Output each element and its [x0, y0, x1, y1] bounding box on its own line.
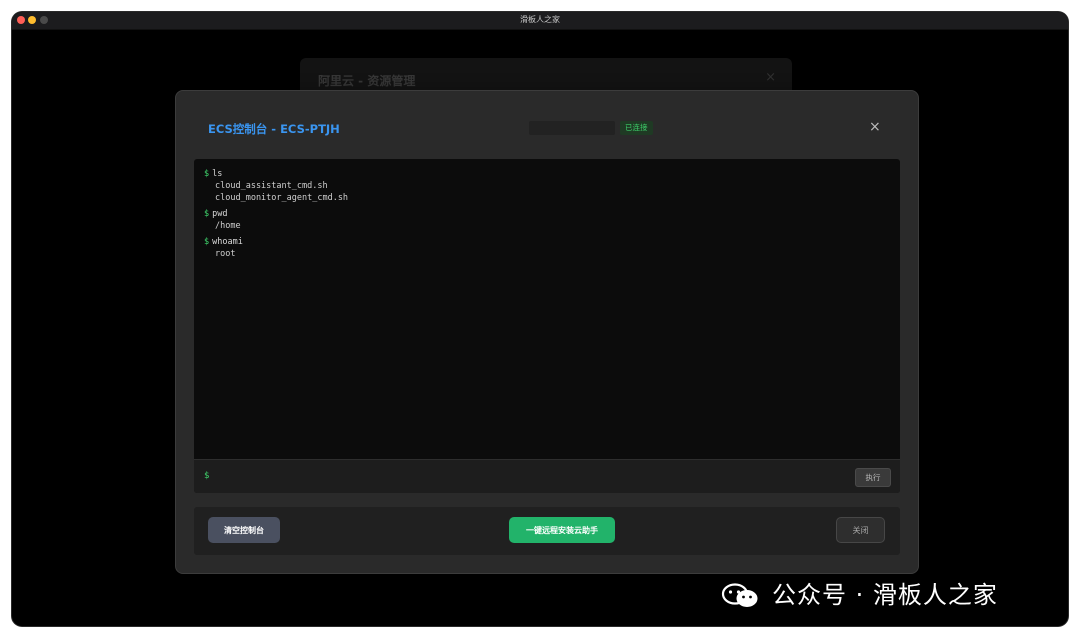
command-text: pwd: [212, 209, 228, 219]
prompt-symbol: $: [204, 169, 210, 179]
command-line: $ ls: [204, 168, 890, 180]
watermark: 公众号 · 滑板人之家: [721, 580, 998, 610]
command-input[interactable]: [216, 468, 840, 486]
background-dialog-title: 阿里云 - 资源管理: [318, 74, 416, 88]
command-block: $ ls cloud_assistant_cmd.sh cloud_monitor…: [204, 168, 890, 204]
command-line: $ whoami: [204, 236, 890, 248]
command-block: $ pwd /home: [204, 208, 890, 232]
wechat-icon: [721, 583, 758, 607]
terminal: $ ls cloud_assistant_cmd.sh cloud_monitor…: [194, 159, 900, 493]
clear-console-button[interactable]: 清空控制台: [208, 517, 280, 543]
command-input-bar: $ 执行: [194, 459, 900, 493]
input-prompt-symbol: $: [204, 471, 210, 481]
app-window: 滑板人之家 阿里云 - 资源管理 × ECS控制台 - ECS-PTJH 已连接…: [12, 12, 1068, 626]
terminal-output: $ ls cloud_assistant_cmd.sh cloud_monitor…: [194, 159, 900, 459]
output-line: cloud_assistant_cmd.sh: [215, 181, 328, 191]
modal-footer: 清空控制台 一键远程安装云助手 关闭: [194, 507, 900, 555]
command-block: $ whoami root: [204, 236, 890, 260]
command-text: ls: [212, 169, 223, 179]
prompt-symbol: $: [204, 237, 210, 247]
instance-select[interactable]: [529, 121, 615, 135]
install-cloud-assistant-button[interactable]: 一键远程安装云助手: [509, 517, 615, 543]
watermark-text: 公众号 · 滑板人之家: [772, 581, 998, 609]
command-line: $ pwd: [204, 208, 890, 220]
output-line: /home: [215, 221, 241, 231]
close-icon[interactable]: ×: [869, 119, 881, 135]
background-close-icon: ×: [765, 70, 776, 85]
output-line: root: [215, 249, 236, 259]
ecs-console-modal: ECS控制台 - ECS-PTJH 已连接 × $ ls cloud_assist…: [175, 90, 919, 574]
prompt-symbol: $: [204, 209, 210, 219]
close-button[interactable]: 关闭: [836, 517, 885, 543]
status-badge: 已连接: [620, 121, 653, 135]
output-line: cloud_monitor_agent_cmd.sh: [215, 193, 349, 203]
title-bar: 滑板人之家: [12, 12, 1068, 30]
execute-button[interactable]: 执行: [855, 468, 891, 487]
command-text: whoami: [212, 237, 243, 247]
modal-title: ECS控制台 - ECS-PTJH: [208, 122, 340, 136]
window-title: 滑板人之家: [520, 15, 560, 24]
